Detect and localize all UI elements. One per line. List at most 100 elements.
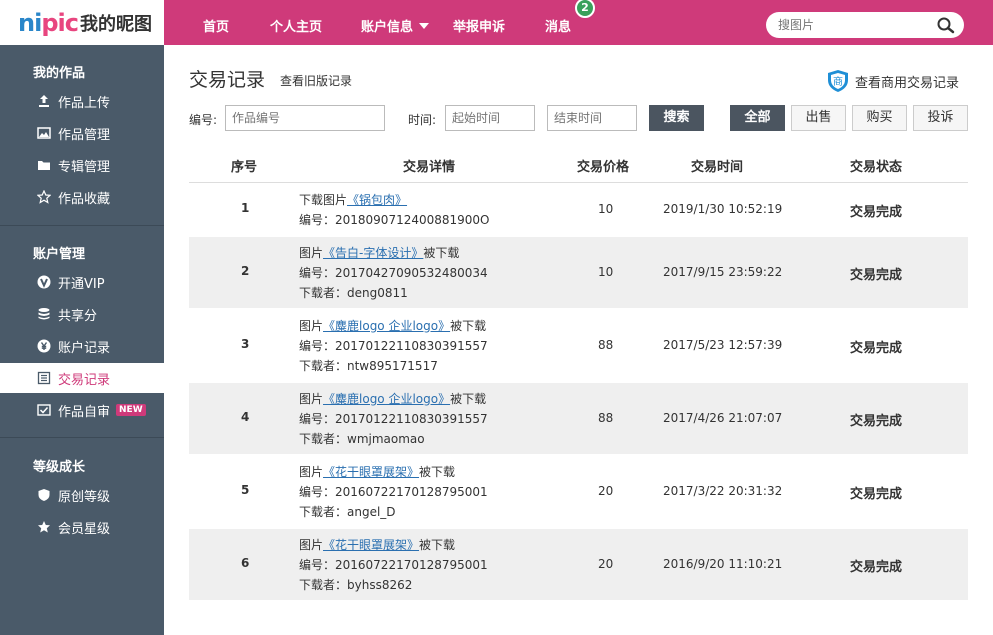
sidebar-item-member-stars[interactable]: 会员星级 [0, 512, 164, 542]
tab-complaint[interactable]: 投诉 [913, 105, 968, 131]
row-title-prefix: 下载图片 [299, 193, 348, 207]
row-number: 6 [241, 556, 250, 570]
table-row: 6 图片《花干眼罩展架》被下载 编号：20160722170128795001 … [189, 529, 968, 600]
row-number: 3 [241, 337, 250, 351]
tab-sell[interactable]: 出售 [791, 105, 846, 131]
sidebar-item-upload[interactable]: 作品上传 [0, 86, 164, 116]
sidebar-item-shared-points[interactable]: 共享分 [0, 299, 164, 329]
tab-all[interactable]: 全部 [730, 105, 785, 131]
row-title: 图片《麋鹿logo 企业logo》被下载 [299, 390, 486, 407]
top-bar: nipic 我的昵图 首页 个人主页 账户信息 举报申诉 消息 2 [0, 0, 993, 45]
sidebar-item-self-review[interactable]: 作品自审 NEW [0, 395, 164, 425]
folder-icon [37, 158, 51, 172]
sidebar-item-manage-works[interactable]: 作品管理 [0, 118, 164, 148]
col-status: 交易状态 [850, 160, 903, 175]
nav-account[interactable]: 账户信息 [361, 16, 430, 35]
nav-profile[interactable]: 个人主页 [270, 16, 322, 35]
row-title-suffix: 被下载 [423, 246, 460, 260]
sidebar-section-account: 账户管理 [33, 247, 86, 262]
commercial-records-link[interactable]: 商 查看商用交易记录 [827, 69, 959, 93]
col-detail: 交易详情 [403, 160, 456, 175]
sidebar-item-vip[interactable]: 开通VIP [0, 267, 164, 297]
sidebar-item-original-level[interactable]: 原创等级 [0, 480, 164, 510]
row-title-prefix: 图片 [299, 246, 324, 260]
row-title-prefix: 图片 [299, 465, 324, 479]
work-link[interactable]: 《锅包肉》 [347, 193, 407, 207]
row-price: 88 [598, 338, 614, 352]
commercial-shield-icon: 商 [827, 69, 849, 93]
time-label: 时间: [408, 113, 437, 127]
table-row: 4 图片《麋鹿logo 企业logo》被下载 编号：20170122110830… [189, 383, 968, 454]
logo-part-ni: ni [18, 8, 42, 37]
search-icon[interactable] [936, 16, 956, 34]
row-title-suffix: 被下载 [419, 538, 456, 552]
start-time-input[interactable] [445, 105, 535, 131]
row-time: 2017/4/26 21:07:07 [663, 411, 783, 425]
list-document-icon [37, 371, 51, 385]
sidebar-item-account-records[interactable]: 账户记录 [0, 331, 164, 361]
sidebar-item-label: 专辑管理 [58, 159, 111, 175]
row-price: 10 [598, 202, 614, 216]
row-title: 图片《告白-字体设计》被下载 [299, 244, 459, 261]
chevron-down-icon [419, 23, 430, 29]
work-link[interactable]: 《花干眼罩展架》 [323, 465, 419, 479]
tab-buy[interactable]: 购买 [852, 105, 907, 131]
row-downloader: 下载者：ntw895171517 [299, 359, 438, 373]
review-image-icon [37, 403, 51, 417]
row-number: 4 [241, 410, 250, 424]
row-time: 2017/3/22 20:31:32 [663, 484, 783, 498]
row-status: 交易完成 [850, 487, 903, 502]
row-status: 交易完成 [850, 560, 903, 575]
table-row: 5 图片《花干眼罩展架》被下载 编号：20160722170128795001 … [189, 456, 968, 527]
search-input[interactable] [778, 16, 928, 34]
sidebar-item-label: 原创等级 [58, 489, 111, 505]
work-link[interactable]: 《花干眼罩展架》 [323, 538, 419, 552]
nav-home[interactable]: 首页 [203, 16, 229, 35]
work-link[interactable]: 《麋鹿logo 企业logo》 [323, 319, 450, 333]
row-title-prefix: 图片 [299, 538, 324, 552]
row-time: 2019/1/30 10:52:19 [663, 202, 783, 216]
work-id-input[interactable] [225, 105, 385, 131]
table-row: 2 图片《告白-字体设计》被下载 编号：20170427090532480034… [189, 237, 968, 308]
sidebar-item-label: 作品自审 [58, 404, 111, 420]
row-price: 88 [598, 411, 614, 425]
row-number: 1 [241, 201, 250, 215]
yen-icon [37, 339, 51, 353]
work-link[interactable]: 《告白-字体设计》 [323, 246, 423, 260]
row-time: 2016/9/20 11:10:21 [663, 557, 783, 571]
row-work-id: 编号：20170122110830391557 [299, 412, 488, 426]
row-title: 图片《花干眼罩展架》被下载 [299, 536, 455, 553]
sidebar-section-works: 我的作品 [33, 66, 86, 81]
database-icon [37, 307, 51, 321]
nav-account-label: 账户信息 [361, 20, 414, 35]
message-count-badge: 2 [575, 0, 595, 18]
row-status: 交易完成 [850, 341, 903, 356]
new-badge: NEW [116, 404, 146, 416]
upload-icon [37, 94, 51, 108]
commercial-records-label: 查看商用交易记录 [855, 75, 960, 91]
nav-report[interactable]: 举报申诉 [453, 16, 505, 35]
old-records-link[interactable]: 查看旧版记录 [280, 72, 352, 89]
sidebar-item-favorites[interactable]: 作品收藏 [0, 182, 164, 212]
sidebar-divider [0, 225, 164, 226]
logo-part-pic: pic [41, 8, 79, 37]
work-link[interactable]: 《麋鹿logo 企业logo》 [323, 392, 450, 406]
table-row: 1 下载图片《锅包肉》 编号：2018090712400881900O 10 2… [189, 184, 968, 237]
nav-messages[interactable]: 消息 [545, 16, 571, 35]
sidebar-item-albums[interactable]: 专辑管理 [0, 150, 164, 180]
table-row: 3 图片《麋鹿logo 企业logo》被下载 编号：20170122110830… [189, 310, 968, 381]
search-button[interactable]: 搜索 [649, 105, 704, 131]
sidebar-item-label: 作品管理 [58, 127, 111, 143]
row-status: 交易完成 [850, 205, 903, 220]
row-title-suffix: 被下载 [450, 392, 487, 406]
row-downloader: 下载者：angel_D [299, 505, 396, 519]
logo[interactable]: nipic 我的昵图 [0, 0, 164, 45]
sidebar-item-transaction-records[interactable]: 交易记录 [0, 363, 164, 393]
col-time: 交易时间 [691, 160, 744, 175]
sidebar-divider [0, 437, 164, 438]
sidebar-item-label: 作品收藏 [58, 191, 111, 207]
search-box [766, 12, 964, 38]
end-time-input[interactable] [547, 105, 637, 131]
sidebar-section-growth: 等级成长 [33, 460, 86, 475]
sidebar-item-label: 共享分 [58, 308, 98, 324]
